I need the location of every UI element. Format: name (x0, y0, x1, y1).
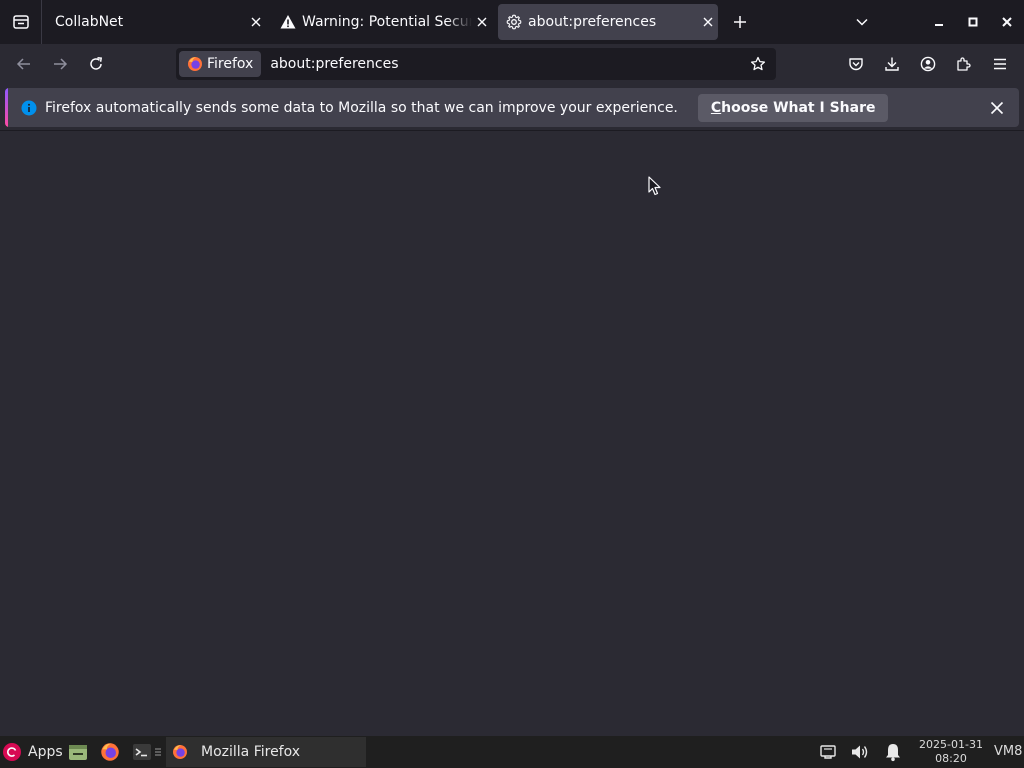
apps-menu-button[interactable]: Apps (2, 740, 63, 764)
overflow-icon (155, 748, 161, 756)
minimize-icon (935, 24, 943, 26)
clock[interactable]: 2025-01-31 08:20 (916, 738, 986, 766)
star-icon (750, 56, 766, 71)
notification-message: Firefox automatically sends some data to… (45, 99, 678, 116)
firefox-logo-icon (101, 743, 119, 761)
minimize-button[interactable] (929, 12, 949, 32)
puzzle-icon (957, 57, 971, 71)
plus-icon (734, 16, 746, 28)
clock-time: 08:20 (935, 752, 967, 765)
tab-label: about:preferences (528, 14, 657, 30)
extensions-button[interactable] (950, 50, 978, 78)
identity-box[interactable]: Firefox (179, 51, 262, 77)
close-icon (251, 17, 261, 27)
maximize-icon (968, 17, 978, 27)
url-bar[interactable]: Firefox about:preferences (176, 48, 776, 80)
choose-what-i-share-button[interactable]: Choose What I Share (697, 93, 889, 122)
notifications-tray-button[interactable] (883, 742, 903, 762)
download-icon (885, 57, 899, 71)
forward-button[interactable] (46, 50, 74, 78)
system-taskbar: Apps Mozilla Firefox 2025-01-31 08:20 VM… (0, 736, 1024, 768)
app-menu-button[interactable] (986, 50, 1014, 78)
debian-logo-icon (3, 743, 21, 761)
task-label: Mozilla Firefox (201, 744, 301, 760)
page-content (0, 131, 1024, 736)
user-label[interactable]: VM8 (994, 744, 1022, 759)
firefox-logo-icon (173, 745, 187, 759)
gear-icon (506, 14, 522, 30)
new-tab-button[interactable] (728, 10, 752, 34)
terminal-launcher[interactable] (131, 741, 153, 763)
info-icon (21, 100, 37, 115)
volume-tray-button[interactable] (850, 742, 870, 762)
close-icon (1002, 17, 1012, 27)
files-launcher[interactable] (67, 741, 89, 763)
terminal-icon (133, 744, 151, 760)
network-icon (820, 745, 836, 759)
account-button[interactable] (914, 50, 942, 78)
tab-security-warning[interactable]: Warning: Potential Security Risk Ahead (272, 4, 492, 40)
close-icon (990, 101, 1004, 115)
close-icon (477, 17, 487, 27)
forward-arrow-icon (54, 58, 68, 70)
close-window-button[interactable] (997, 12, 1017, 32)
identity-label: Firefox (207, 56, 254, 72)
button-access-key: C (710, 99, 722, 116)
firefox-launcher[interactable] (99, 741, 121, 763)
tab-collabnet[interactable]: CollabNet (44, 4, 266, 40)
tab-list-icon (12, 15, 29, 29)
tab-label: Warning: Potential Security Risk Ahead (302, 14, 472, 30)
downloads-button[interactable] (878, 50, 906, 78)
hamburger-icon (994, 58, 1006, 70)
reload-button[interactable] (82, 50, 110, 78)
tab-close-button[interactable] (246, 12, 266, 32)
back-button[interactable] (10, 50, 38, 78)
bookmark-star-button[interactable] (744, 50, 772, 78)
firefox-logo-icon (188, 57, 202, 71)
pocket-button[interactable] (842, 50, 870, 78)
button-label: hoose What I Share (721, 99, 876, 116)
taskbar-item-firefox[interactable]: Mozilla Firefox (166, 737, 366, 767)
navigation-toolbar: Firefox about:preferences (0, 44, 1024, 84)
maximize-button[interactable] (963, 12, 983, 32)
bell-icon (886, 744, 900, 762)
pocket-icon (849, 58, 863, 71)
notification-close-button[interactable] (985, 96, 1009, 120)
list-all-tabs-button[interactable] (850, 10, 874, 34)
tab-strip: CollabNet Warning: Potential Security Ri… (0, 0, 1024, 44)
url-text[interactable]: about:preferences (270, 56, 744, 72)
firefox-view-button[interactable] (0, 0, 42, 44)
chevron-down-icon (856, 18, 868, 26)
file-manager-icon (69, 745, 87, 760)
close-icon (703, 17, 713, 27)
tab-about-preferences[interactable]: about:preferences (498, 4, 718, 40)
clock-date: 2025-01-31 (919, 738, 983, 751)
tab-close-button[interactable] (698, 12, 718, 32)
warning-icon (280, 15, 296, 29)
account-icon (920, 56, 936, 72)
back-arrow-icon (16, 58, 30, 70)
tab-label: CollabNet (55, 14, 124, 30)
speaker-icon (852, 745, 868, 759)
tab-close-button[interactable] (472, 12, 492, 32)
data-collection-notification: Firefox automatically sends some data to… (5, 88, 1019, 127)
mouse-cursor-icon (648, 176, 661, 196)
network-tray-button[interactable] (818, 742, 838, 762)
apps-label: Apps (28, 744, 63, 760)
more-launchers-icon[interactable] (153, 741, 163, 763)
reload-icon (90, 57, 103, 70)
